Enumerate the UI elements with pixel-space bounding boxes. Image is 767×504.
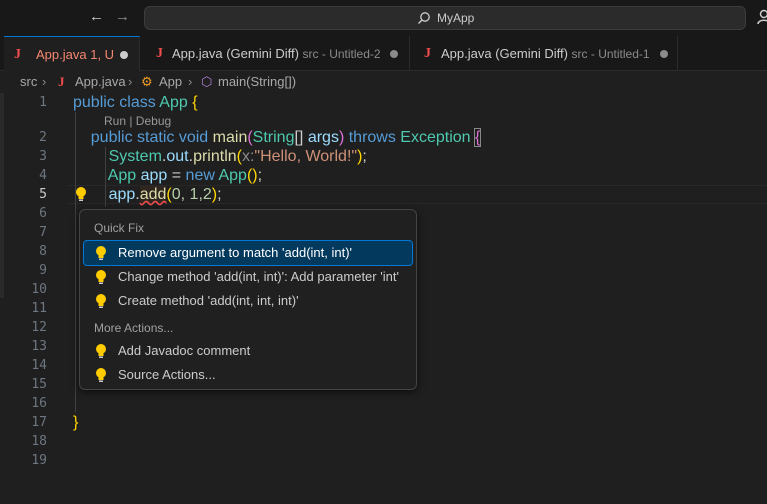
modified-dot-icon[interactable] [660, 50, 668, 58]
lightbulb-icon[interactable] [74, 186, 88, 202]
line-number: 16 [31, 396, 47, 411]
codelens-run-debug[interactable]: Run | Debug [104, 114, 171, 128]
tab-label: App.java [36, 47, 87, 62]
lightbulb-icon [96, 246, 106, 260]
line-number: 14 [31, 358, 47, 373]
breadcrumb-folder[interactable]: src [20, 71, 37, 93]
line-number: 19 [31, 453, 47, 468]
chevron-right-icon: › [128, 74, 133, 89]
lightbulb-icon [96, 294, 106, 308]
tab-description: src - Untitled-1 [571, 47, 650, 61]
title-bar: ← → MyApp [0, 0, 767, 36]
chevron-right-icon: › [188, 74, 193, 89]
code-line-5[interactable]: app.add(0, 1,2); [73, 185, 222, 204]
line-number: 8 [39, 244, 47, 259]
line-number: 13 [31, 339, 47, 354]
more-actions-header: More Actions... [94, 321, 174, 335]
line-number: 10 [31, 282, 47, 297]
code-line-3[interactable]: System.out.println(x:"Hello, World!"); [73, 147, 367, 166]
chevron-right-icon: › [42, 74, 47, 89]
code-line-2[interactable]: public static void main(String[] args) t… [73, 128, 482, 147]
line-number: 2 [39, 130, 47, 145]
line-number: 12 [31, 320, 47, 335]
action-add-javadoc[interactable]: Add Javadoc comment [84, 339, 412, 363]
tab-label: App.java (Gemini Diff) [441, 46, 568, 61]
line-number: 3 [39, 149, 47, 164]
line-number: 17 [31, 415, 47, 430]
line-number-current: 5 [39, 187, 47, 202]
tab-gemini-diff-untitled-2[interactable]: J App.java (Gemini Diff) src - Untitled-… [140, 36, 410, 71]
lightbulb-icon [96, 344, 106, 358]
forward-icon[interactable]: → [115, 8, 130, 25]
line-number: 6 [39, 206, 47, 221]
code-line-17[interactable]: } [73, 413, 78, 432]
tab-gemini-diff-untitled-1[interactable]: J App.java (Gemini Diff) src - Untitled-… [410, 36, 678, 71]
tab-description: src - Untitled-2 [302, 47, 381, 61]
code-line-4[interactable]: App app = new App(); [73, 166, 262, 185]
java-file-icon: J [58, 74, 65, 89]
line-number: 15 [31, 377, 47, 392]
java-file-icon: J [14, 47, 21, 62]
breadcrumb: src › J App.java › ⚙ App › ⬡ main(String… [0, 71, 767, 93]
breadcrumb-method[interactable]: main(String[]) [218, 71, 296, 93]
line-number: 1 [39, 95, 47, 110]
quick-fix-header: Quick Fix [94, 221, 145, 235]
method-cube-icon: ⬡ [201, 74, 213, 89]
modified-dot-icon[interactable] [390, 50, 398, 58]
lightbulb-icon [96, 368, 106, 382]
class-icon: ⚙ [141, 74, 153, 89]
search-icon [418, 12, 430, 24]
line-number: 18 [31, 434, 47, 449]
java-file-icon: J [156, 46, 163, 61]
action-source-actions[interactable]: Source Actions... [84, 363, 412, 387]
quick-fix-change-method[interactable]: Change method 'add(int, int)': Add param… [84, 265, 412, 289]
line-number: 11 [31, 301, 47, 316]
lightbulb-icon [96, 270, 106, 284]
command-center-title: MyApp [437, 11, 475, 25]
line-number: 9 [39, 263, 47, 278]
modified-dot-icon[interactable] [120, 51, 128, 59]
back-icon[interactable]: ← [89, 8, 104, 25]
account-icon[interactable] [757, 9, 767, 25]
breadcrumb-class[interactable]: App [159, 71, 182, 93]
line-number: 7 [39, 225, 47, 240]
java-file-icon: J [424, 46, 431, 61]
tab-status: 1, U [90, 47, 115, 62]
quick-fix-remove-argument[interactable]: Remove argument to match 'add(int, int)' [83, 240, 413, 266]
inlay-hint: x: [241, 148, 255, 165]
editor-tab-bar: J App.java 1, U J App.java (Gemini Diff)… [0, 36, 767, 71]
command-center[interactable]: MyApp [144, 6, 746, 30]
quick-fix-menu: Quick Fix Remove argument to match 'add(… [79, 209, 417, 390]
quick-fix-create-method[interactable]: Create method 'add(int, int, int)' [84, 289, 412, 313]
error-squiggle[interactable]: add [139, 186, 167, 203]
line-number: 4 [39, 168, 47, 183]
code-line-1[interactable]: public class App { [73, 93, 198, 112]
tab-app-java[interactable]: J App.java 1, U [4, 36, 140, 71]
tab-label: App.java (Gemini Diff) [172, 46, 299, 61]
breadcrumb-file[interactable]: App.java [75, 71, 126, 93]
